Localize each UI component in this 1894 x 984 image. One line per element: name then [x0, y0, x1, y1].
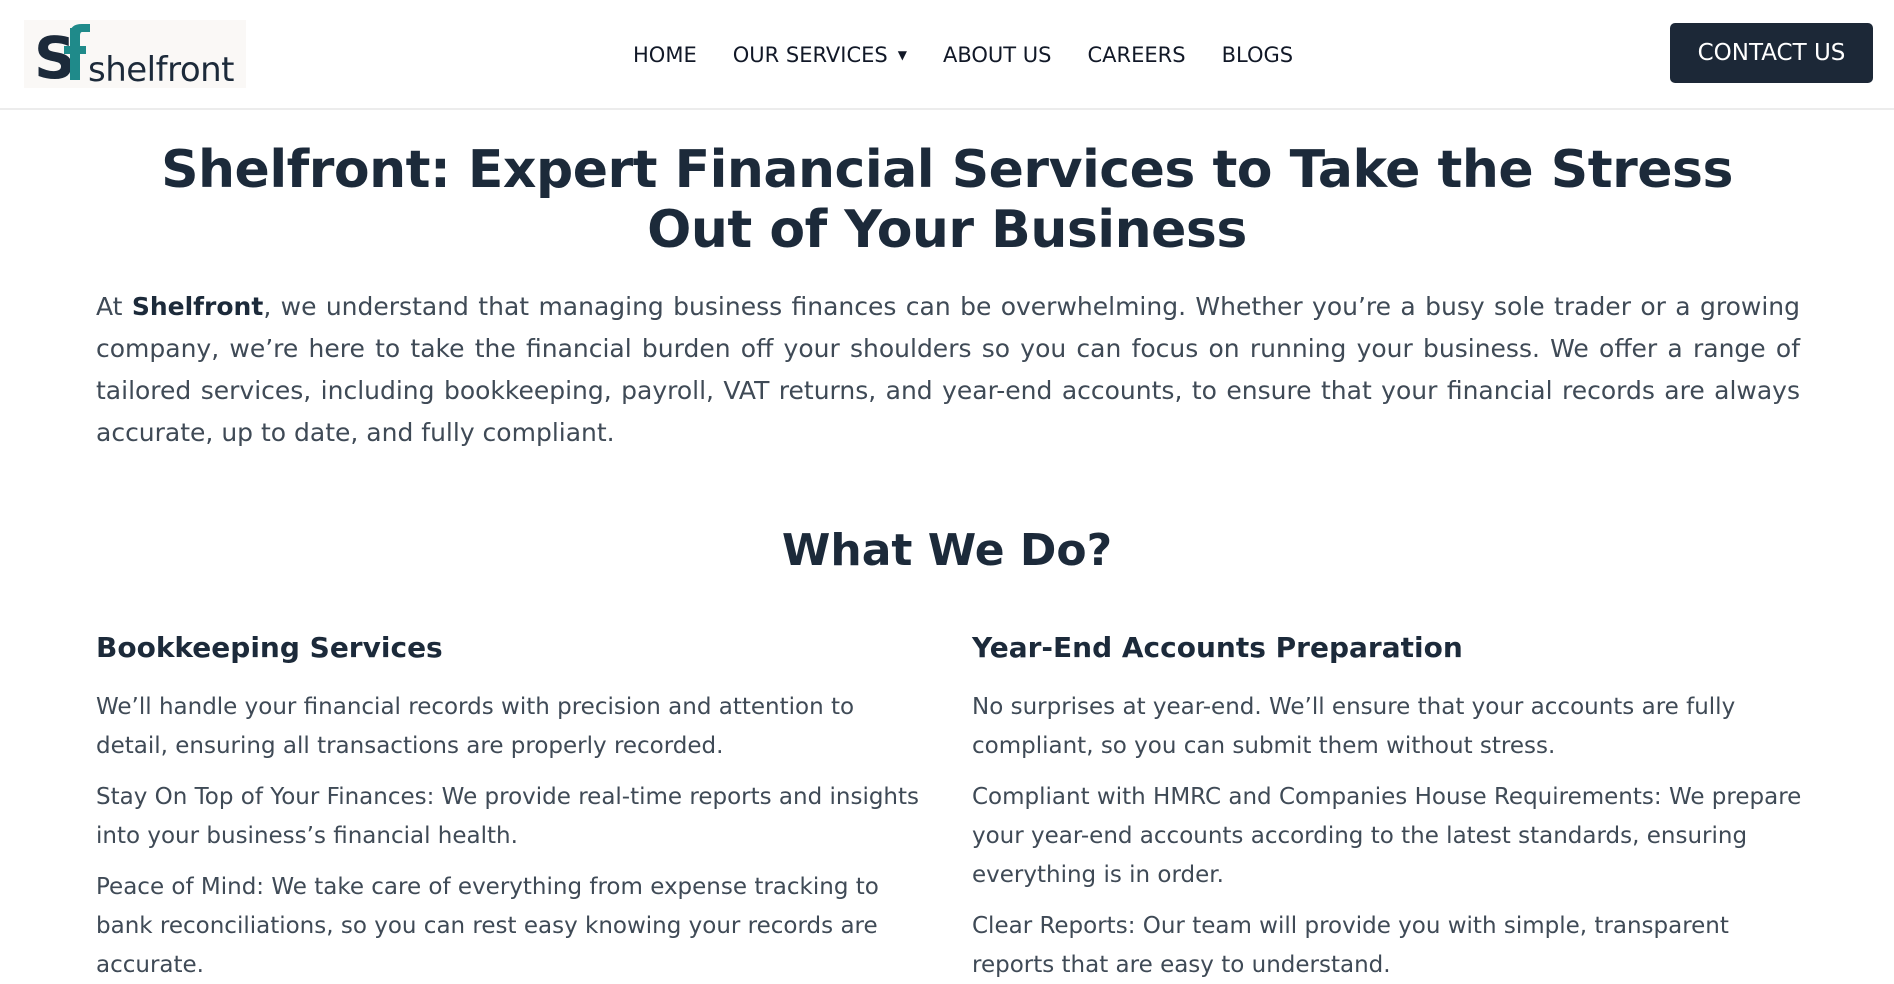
- svg-text:S: S: [34, 24, 72, 86]
- nav-blogs[interactable]: BLOGS: [1222, 43, 1294, 67]
- section-title: What We Do?: [781, 525, 1113, 576]
- intro-paragraph: At Shelfront, we understand that managin…: [96, 286, 1800, 454]
- service-paragraph: Peace of Mind: We take care of everythin…: [96, 874, 879, 978]
- brand-name: shelfront: [88, 50, 235, 90]
- intro-brand: Shelfront: [131, 292, 264, 321]
- intro-prefix: At: [96, 292, 132, 321]
- service-paragraph: Compliant with HMRC and Companies House …: [972, 784, 1802, 888]
- intro-body: , we understand that managing business f…: [96, 292, 1800, 447]
- service-heading: Year-End Accounts Preparation: [972, 631, 1463, 664]
- nav-careers[interactable]: CAREERS: [1088, 43, 1186, 67]
- service-paragraph: Stay On Top of Your Finances: We provide…: [96, 784, 920, 849]
- page-title-line-1: Shelfront: Expert Financial Services to …: [161, 140, 1733, 200]
- page-title: Shelfront: Expert Financial Services to …: [96, 140, 1798, 260]
- main-nav: HOME OUR SERVICES ▼ ABOUT US CAREERS BLO…: [633, 38, 1329, 72]
- service-year-end-accounts: Year-End Accounts Preparation No surpris…: [972, 628, 1802, 984]
- caret-down-icon: ▼: [897, 48, 907, 62]
- service-heading: Bookkeeping Services: [96, 631, 443, 664]
- service-paragraph: No surprises at year-end. We’ll ensure t…: [972, 694, 1736, 759]
- site-header: S shelfront HOME OUR SERVICES ▼ ABOUT US…: [0, 0, 1894, 110]
- page-title-line-2: Out of Your Business: [647, 200, 1247, 260]
- contact-us-button[interactable]: CONTACT US: [1670, 23, 1873, 83]
- nav-our-services-label: OUR SERVICES: [732, 43, 888, 67]
- nav-home[interactable]: HOME: [633, 43, 697, 67]
- brand-logo[interactable]: S shelfront: [24, 20, 246, 90]
- service-paragraph: We’ll handle your financial records with…: [96, 694, 855, 759]
- service-paragraph: Clear Reports: Our team will provide you…: [972, 913, 1729, 978]
- nav-about-us[interactable]: ABOUT US: [943, 43, 1052, 67]
- nav-our-services[interactable]: OUR SERVICES ▼: [733, 43, 907, 67]
- service-bookkeeping: Bookkeeping Services We’ll handle your f…: [96, 628, 926, 984]
